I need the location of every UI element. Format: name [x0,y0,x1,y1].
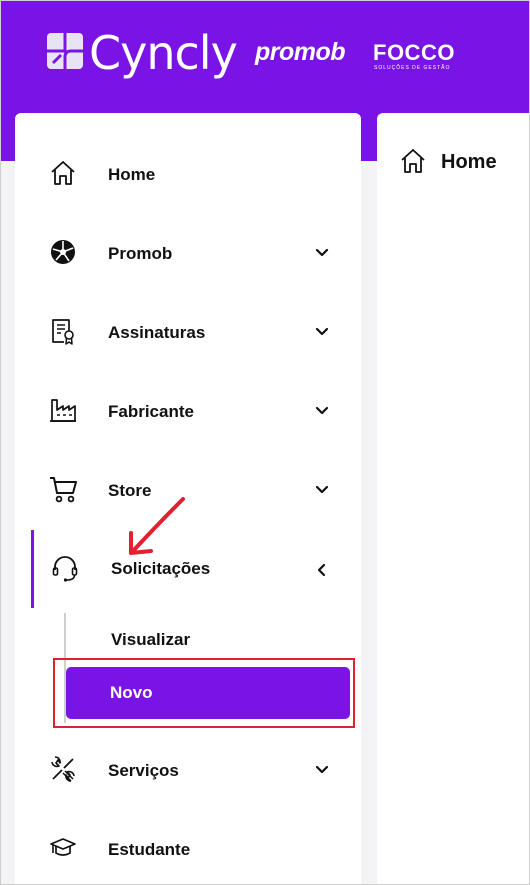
submenu-item-visualizar[interactable]: Visualizar [111,629,190,651]
tools-icon [51,756,75,782]
app-window: Cyncly promob FOCCO SOLUÇÕES DE GESTÃO H… [0,0,530,885]
factory-icon [50,399,76,422]
active-indicator [31,530,34,608]
cart-icon [50,477,77,503]
chevron-down-icon [315,485,329,494]
chevron-down-icon [315,406,329,415]
sidebar-item-servicos[interactable]: Serviços [15,741,361,801]
sidebar-item-label: Home [108,165,156,184]
chevron-down-icon [315,327,329,336]
annotation-highlight-box [53,658,355,728]
headset-icon [52,556,78,582]
annotation-arrow-icon [129,497,185,555]
promob-logo: promob [255,38,346,66]
main-content: Home [377,113,529,884]
chevron-down-icon [315,765,329,774]
chevron-left-icon [317,563,326,577]
cyncly-logo-icon [47,33,83,69]
certificate-icon [52,319,74,345]
sidebar-item-label: Fabricante [108,402,194,421]
sidebar-item-promob[interactable]: Promob [15,224,361,284]
sidebar-item-label: Promob [108,244,173,263]
focco-logo: FOCCO [373,40,455,65]
cyncly-logo-text: Cyncly [89,26,238,80]
sidebar-item-label: Estudante [108,840,191,859]
sidebar-item-home[interactable]: Home [15,145,361,205]
sidebar-item-fabricante[interactable]: Fabricante [15,382,361,442]
sidebar-item-assinaturas[interactable]: Assinaturas [15,303,361,363]
home-icon [401,149,425,173]
promob-icon [51,240,75,264]
chevron-down-icon [315,248,329,257]
graduation-cap-icon [50,838,76,856]
focco-tagline: SOLUÇÕES DE GESTÃO [374,65,451,71]
sidebar-item-label: Assinaturas [108,323,206,342]
home-icon [51,161,75,185]
sidebar-item-label: Serviços [108,761,179,780]
sidebar-item-estudante[interactable]: Estudante [15,820,361,880]
page-title: Home [441,151,497,173]
